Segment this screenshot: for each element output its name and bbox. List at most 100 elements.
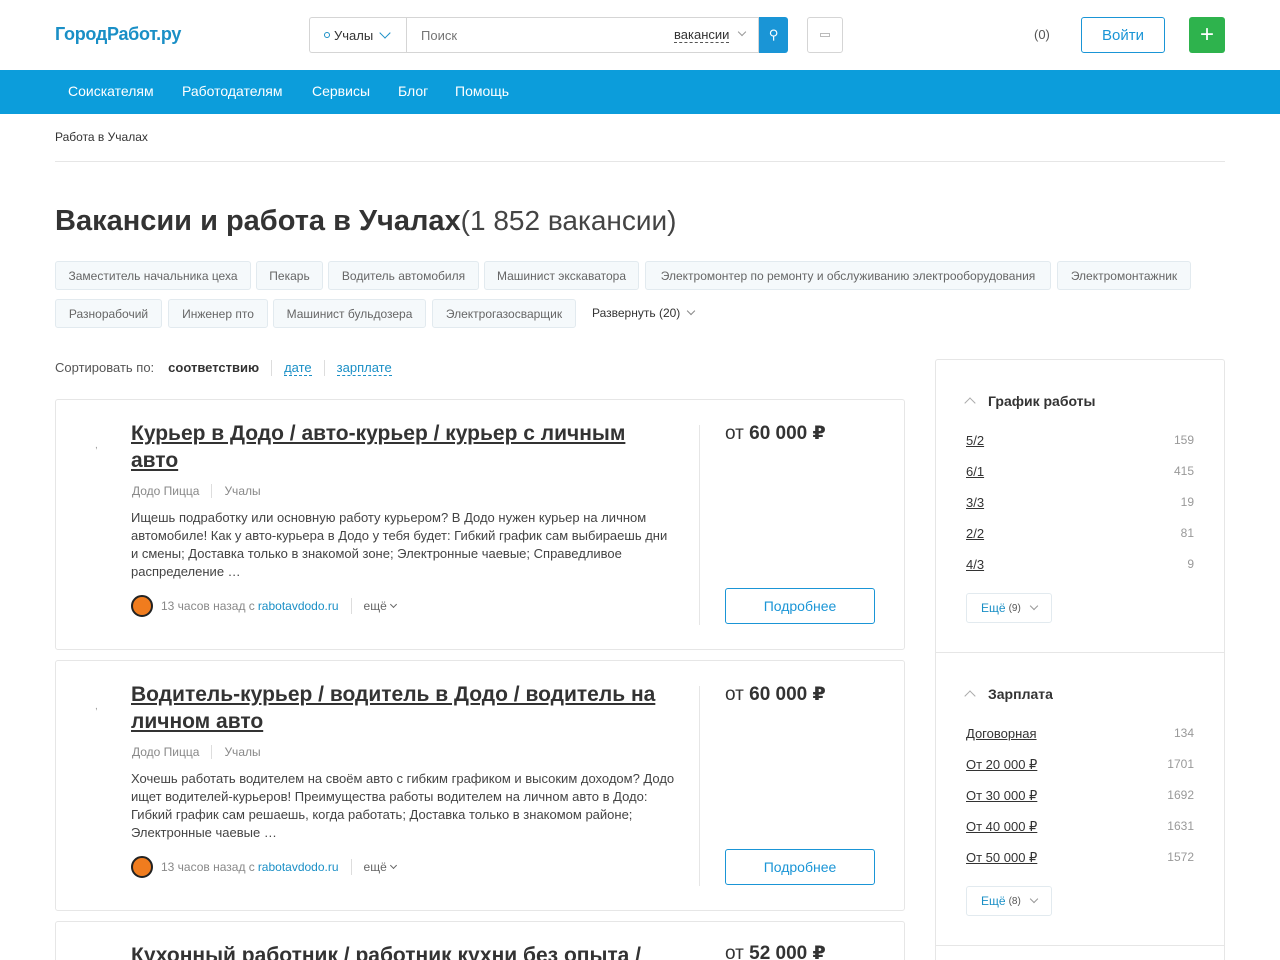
chevron-down-icon — [389, 600, 397, 609]
tag-item[interactable]: Электромонтажник — [1057, 261, 1191, 290]
vacancy-card: Кухонный работник / работник кухни без о… — [55, 921, 905, 960]
filter-option-count: 1701 — [1167, 757, 1194, 771]
filter-option-count: 1692 — [1167, 788, 1194, 802]
salary-prefix: от — [725, 684, 744, 705]
source-link[interactable]: rabotavdodo.ru — [258, 860, 339, 874]
tag-item[interactable]: Пекарь — [256, 261, 323, 290]
filter-option-label[interactable]: От 30 000 ₽ — [966, 788, 1037, 804]
city-select[interactable]: Учалы — [309, 17, 406, 53]
salary-value: 60 000 — [749, 423, 808, 444]
company-name[interactable]: Додо Пицца — [132, 484, 199, 498]
site-logo[interactable]: ГородРабот.ру — [55, 24, 181, 45]
filter-option-count: 81 — [1180, 526, 1194, 540]
expand-tags-button[interactable]: Развернуть (20) — [592, 306, 696, 320]
nav-item-help[interactable]: Помощь — [455, 83, 509, 99]
salary-prefix: от — [725, 943, 744, 960]
meta-separator — [211, 745, 213, 759]
vacancy-title[interactable]: Курьер в Додо / авто-курьер / курьер с л… — [131, 420, 671, 474]
vacancy-title[interactable]: Кухонный работник / работник кухни без о… — [131, 942, 671, 960]
salary-value: 52 000 — [749, 943, 808, 960]
location-pin-icon — [324, 32, 330, 38]
search-icon: ⚲ — [768, 27, 779, 42]
tag-item[interactable]: Водитель автомобиля — [328, 261, 479, 290]
filter-option-count: 1631 — [1167, 819, 1194, 833]
tag-item[interactable]: Электрогазосварщик — [432, 299, 576, 328]
filter-option-count: 1572 — [1167, 850, 1194, 864]
source-avatar-icon — [131, 856, 153, 878]
filter-title: График работы — [988, 393, 1096, 409]
details-button[interactable]: Подробнее — [725, 849, 875, 885]
search-type-select[interactable]: вакансии — [674, 27, 730, 43]
add-button[interactable]: + — [1189, 17, 1225, 53]
company-logo-icon: , — [95, 701, 98, 712]
tag-item[interactable]: Электромонтер по ремонту и обслуживанию … — [645, 261, 1051, 290]
filter-option-label[interactable]: От 40 000 ₽ — [966, 819, 1037, 835]
sort-relevance: соответствию — [168, 360, 260, 375]
filter-option-label[interactable]: 3/3 — [966, 495, 984, 510]
more-button[interactable]: ещё — [363, 599, 397, 613]
filter-option-label[interactable]: 4/3 — [966, 557, 984, 572]
favorites-count[interactable]: (0) — [1034, 27, 1050, 42]
tag-item[interactable]: Машинист экскаватора — [484, 261, 639, 290]
filter-header[interactable]: Зарплата — [964, 686, 1053, 702]
tag-item[interactable]: Заместитель начальника цеха — [55, 261, 251, 290]
filter-more-button[interactable]: Ещё (9) — [966, 593, 1052, 623]
filter-option: 4/3 9 — [966, 557, 1194, 572]
sidebar-divider — [936, 945, 1224, 946]
sidebar-divider — [936, 652, 1224, 653]
company-name[interactable]: Додо Пицца — [132, 745, 199, 759]
vacancy-title[interactable]: Водитель-курьер / водитель в Додо / води… — [131, 681, 671, 735]
salary-prefix: от — [725, 423, 744, 444]
chevron-up-icon — [964, 690, 976, 702]
vacancy-salary: от 52 000 ₽ — [725, 942, 826, 960]
sort-date[interactable]: дате — [284, 360, 312, 376]
filter-option-label[interactable]: 6/1 — [966, 464, 984, 479]
filter-option-label[interactable]: 2/2 — [966, 526, 984, 541]
filter-header[interactable]: График работы — [964, 393, 1096, 409]
filter-option-count: 134 — [1173, 726, 1194, 740]
filter-option: От 30 000 ₽ 1692 — [966, 788, 1194, 804]
chevron-down-icon — [389, 861, 397, 870]
filter-more-label: Ещё — [981, 601, 1006, 615]
tag-item[interactable]: Машинист бульдозера — [273, 299, 426, 328]
vacancy-meta: Додо Пицца Учалы — [132, 745, 261, 759]
sort-salary[interactable]: зарплате — [336, 360, 392, 376]
nav-item-seekers[interactable]: Соискателям — [68, 83, 154, 99]
more-button[interactable]: ещё — [364, 860, 397, 874]
filter-option: Договорная 134 — [966, 726, 1194, 741]
source-link[interactable]: rabotavdodo.ru — [258, 599, 339, 613]
nav-item-employers[interactable]: Работодателям — [182, 83, 283, 99]
filter-option: 2/2 81 — [966, 526, 1194, 541]
card-divider — [699, 686, 700, 886]
compare-button[interactable] — [807, 17, 843, 53]
source-separator — [350, 859, 352, 875]
more-label: ещё — [363, 599, 387, 613]
header: ГородРабот.ру Учалы вакансии ⚲ (0) Войти… — [0, 0, 1280, 70]
filter-option: От 50 000 ₽ 1572 — [966, 850, 1194, 866]
filter-option-label[interactable]: От 50 000 ₽ — [966, 850, 1037, 866]
currency-icon: ₽ — [812, 423, 826, 444]
filter-option-count: 415 — [1173, 464, 1194, 478]
nav-item-blog[interactable]: Блог — [398, 83, 428, 99]
tag-item[interactable]: Разнорабочий — [55, 299, 162, 328]
filter-option-label[interactable]: Договорная — [966, 726, 1037, 741]
currency-icon: ₽ — [812, 684, 826, 705]
vacancy-salary: от 60 000 ₽ — [725, 422, 826, 445]
filter-option-count: 19 — [1180, 495, 1194, 509]
nav-item-services[interactable]: Сервисы — [312, 83, 370, 99]
vacancy-card: , Курьер в Додо / авто-курьер / курьер с… — [55, 399, 905, 650]
filter-option-label[interactable]: 5/2 — [966, 433, 984, 448]
chevron-down-icon — [1029, 601, 1039, 611]
vacancy-count: (1 852 вакансии) — [460, 205, 677, 236]
search-button[interactable]: ⚲ — [759, 17, 788, 53]
chevron-down-icon — [1029, 894, 1039, 904]
login-button[interactable]: Войти — [1081, 17, 1165, 53]
filter-option: 3/3 19 — [966, 495, 1194, 510]
filter-more-button[interactable]: Ещё (8) — [966, 886, 1052, 916]
filter-more-count: (9) — [1008, 602, 1021, 614]
tag-item[interactable]: Инженер пто — [168, 299, 268, 328]
filter-option-label[interactable]: От 20 000 ₽ — [966, 757, 1037, 773]
details-button[interactable]: Подробнее — [725, 588, 875, 624]
sort-label: Сортировать по: — [55, 360, 155, 375]
filter-title: Зарплата — [988, 686, 1053, 702]
